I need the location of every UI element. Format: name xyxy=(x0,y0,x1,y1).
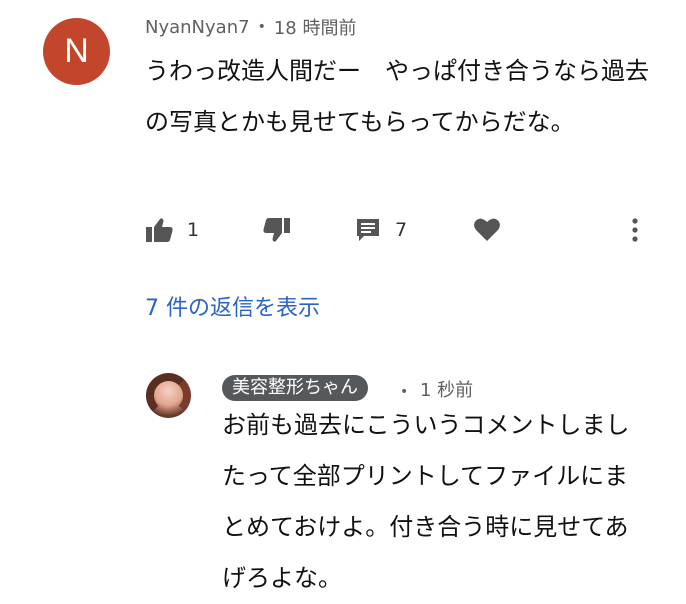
reply-button[interactable]: 7 xyxy=(355,210,407,250)
heart-button[interactable] xyxy=(473,210,501,250)
like-button[interactable]: 1 xyxy=(145,210,199,250)
avatar-letter: N xyxy=(64,32,89,70)
comment-meta: NyanNyan7 • 18 時間前 xyxy=(145,14,356,40)
like-count: 1 xyxy=(187,219,200,241)
avatar-photo xyxy=(146,373,191,418)
comment-actions: 1 7 xyxy=(145,210,655,250)
more-icon xyxy=(631,217,639,243)
meta-separator: • xyxy=(257,19,266,35)
comment-time: 18 時間前 xyxy=(273,18,357,39)
comment-thread: N NyanNyan7 • 18 時間前 うわっ改造人間だー やっぱ付き合うなら… xyxy=(0,0,686,604)
dislike-button[interactable] xyxy=(263,210,291,250)
reply-avatar[interactable] xyxy=(146,373,191,418)
meta-separator: • xyxy=(400,384,409,400)
heart-icon xyxy=(473,217,501,243)
comment-text: うわっ改造人間だー やっぱ付き合うなら過去の写真とかも見せてもらってからだな。 xyxy=(145,57,649,136)
view-replies-link[interactable]: 7 件の返信を表示 xyxy=(145,290,320,322)
thumb-down-icon xyxy=(263,217,291,243)
reply-icon xyxy=(355,217,381,243)
reply-text: お前も過去にこういうコメントしましたって全部プリントしてファイルにまとめておけよ… xyxy=(222,411,630,592)
more-options-button[interactable] xyxy=(631,210,639,250)
reply-meta: • 1 秒前 xyxy=(400,376,473,402)
reply-time: 1 秒前 xyxy=(420,380,474,401)
comment-author[interactable]: NyanNyan7 xyxy=(145,17,250,38)
reply-count: 7 xyxy=(395,219,408,241)
avatar[interactable]: N xyxy=(43,18,110,85)
thumb-up-icon xyxy=(145,217,173,243)
reply-author-badge[interactable]: 美容整形ちゃん xyxy=(222,375,368,401)
